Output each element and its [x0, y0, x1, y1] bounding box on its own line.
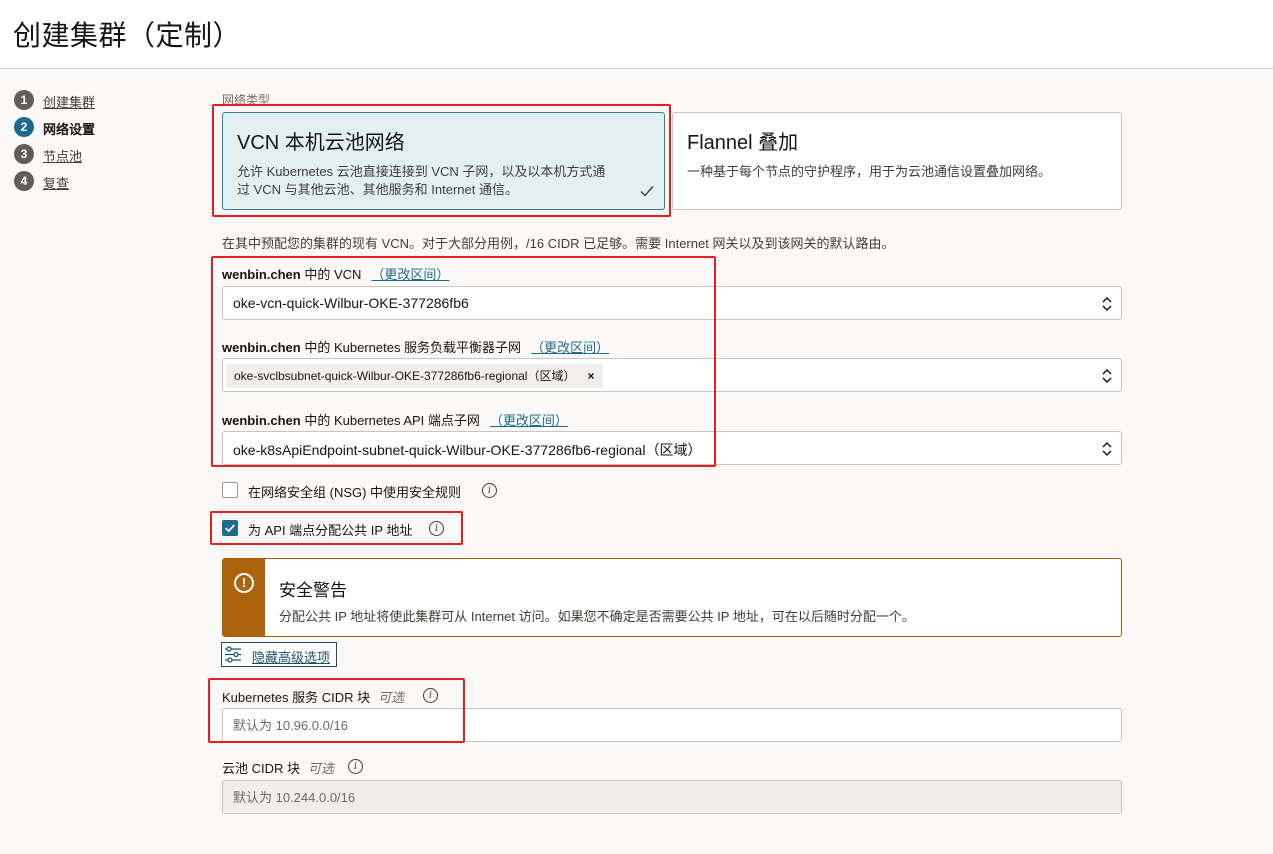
change-compartment-link[interactable]: （更改区间）: [371, 267, 449, 282]
selected-value: oke-k8sApiEndpoint-subnet-quick-Wilbur-O…: [233, 442, 702, 458]
sliders-icon: [225, 646, 241, 663]
label-text: Kubernetes 服务 CIDR 块: [222, 690, 371, 705]
api-subnet-field-label: wenbin.chen 中的 Kubernetes API 端点子网 （更改区间）: [222, 410, 568, 429]
step-label[interactable]: 创建集群: [43, 92, 95, 111]
option-description-line1: 允许 Kubernetes 云池直接连接到 VCN 子网，以及以本机方式通: [237, 164, 606, 179]
selected-value: oke-vcn-quick-Wilbur-OKE-377286fb6: [233, 295, 469, 311]
compartment-name: wenbin.chen: [222, 340, 301, 355]
warning-icon: !: [234, 573, 254, 593]
security-warning: ! 安全警告 分配公共 IP 地址将使此集群可从 Internet 访问。如果您…: [222, 558, 1122, 637]
warning-text: 分配公共 IP 地址将使此集群可从 Internet 访问。如果您不确定是否需要…: [279, 609, 915, 624]
label-suffix: 中的 Kubernetes API 端点子网: [300, 413, 480, 428]
step-label[interactable]: 节点池: [43, 146, 82, 165]
checkmark-icon: [640, 186, 654, 197]
vcn-select[interactable]: oke-vcn-quick-Wilbur-OKE-377286fb6: [222, 286, 1122, 320]
step-number: 1: [14, 90, 34, 110]
option-description-line2: 过 VCN 与其他云池、其他服务和 Internet 通信。: [237, 182, 518, 197]
step-label[interactable]: 复查: [43, 173, 69, 192]
hide-advanced-options-button[interactable]: 隐藏高级选项: [221, 642, 337, 667]
page-header: 创建集群（定制）: [0, 0, 1273, 69]
pods-cidr-label: 云池 CIDR 块可选: [222, 758, 334, 777]
option-description: 一种基于每个节点的守护程序，用于为云池通信设置叠加网络。: [687, 164, 1052, 179]
change-compartment-link[interactable]: （更改区间）: [490, 413, 568, 428]
change-compartment-link[interactable]: （更改区间）: [531, 340, 609, 355]
selected-chip: oke-svclbsubnet-quick-Wilbur-OKE-377286f…: [226, 364, 603, 388]
network-option-flannel-overlay[interactable]: Flannel 叠加 一种基于每个节点的守护程序，用于为云池通信设置叠加网络。: [672, 112, 1122, 210]
button-label: 隐藏高级选项: [252, 650, 331, 665]
lb-subnet-select[interactable]: oke-svclbsubnet-quick-Wilbur-OKE-377286f…: [222, 358, 1122, 392]
vcn-field-label: wenbin.chen 中的 VCN （更改区间）: [222, 264, 449, 283]
pods-cidr-input: [223, 781, 1121, 813]
info-icon[interactable]: i: [423, 688, 438, 703]
step-label: 网络设置: [43, 122, 96, 137]
step-number: 2: [14, 117, 34, 137]
services-cidr-input[interactable]: [223, 709, 1121, 741]
api-subnet-select[interactable]: oke-k8sApiEndpoint-subnet-quick-Wilbur-O…: [222, 431, 1122, 465]
compartment-name: wenbin.chen: [222, 267, 301, 282]
public-ip-checkbox-label[interactable]: 为 API 端点分配公共 IP 地址: [248, 520, 412, 539]
chevron-updown-icon: [1102, 296, 1112, 312]
compartment-name: wenbin.chen: [222, 413, 301, 428]
step-number: 3: [14, 144, 34, 164]
step-number: 4: [14, 171, 34, 191]
chevron-updown-icon: [1102, 368, 1112, 384]
chip-remove-icon[interactable]: ×: [587, 369, 594, 383]
vcn-helper-text: 在其中预配您的集群的现有 VCN。对于大部分用例，/16 CIDR 已足够。需要…: [222, 236, 895, 251]
info-icon[interactable]: i: [348, 759, 363, 774]
info-icon[interactable]: i: [429, 521, 444, 536]
warning-bar: !: [223, 559, 265, 636]
check-icon: [225, 524, 236, 533]
chevron-updown-icon: [1102, 441, 1112, 457]
services-cidr-label: Kubernetes 服务 CIDR 块可选: [222, 687, 404, 706]
label-text: 云池 CIDR 块: [222, 761, 301, 776]
option-title: VCN 本机云池网络: [237, 132, 405, 154]
optional-tag: 可选: [308, 761, 335, 776]
info-icon[interactable]: i: [482, 483, 497, 498]
warning-title: 安全警告: [279, 581, 347, 600]
pods-cidr-field: [222, 780, 1122, 814]
optional-tag: 可选: [378, 690, 405, 705]
network-type-label: 网络类型: [222, 93, 271, 107]
label-suffix: 中的 Kubernetes 服务负载平衡器子网: [300, 340, 522, 355]
network-option-vcn-native[interactable]: VCN 本机云池网络 允许 Kubernetes 云池直接连接到 VCN 子网，…: [222, 112, 665, 210]
label-suffix: 中的 VCN: [300, 267, 362, 282]
nsg-checkbox-label[interactable]: 在网络安全组 (NSG) 中使用安全规则: [248, 482, 461, 501]
chip-label: oke-svclbsubnet-quick-Wilbur-OKE-377286f…: [234, 369, 576, 383]
page-title: 创建集群（定制）: [13, 20, 242, 51]
option-title: Flannel 叠加: [687, 132, 799, 154]
public-ip-checkbox[interactable]: [222, 520, 238, 536]
nsg-checkbox[interactable]: [222, 482, 238, 498]
lb-subnet-field-label: wenbin.chen 中的 Kubernetes 服务负载平衡器子网 （更改区间…: [222, 337, 609, 356]
services-cidr-field[interactable]: [222, 708, 1122, 742]
